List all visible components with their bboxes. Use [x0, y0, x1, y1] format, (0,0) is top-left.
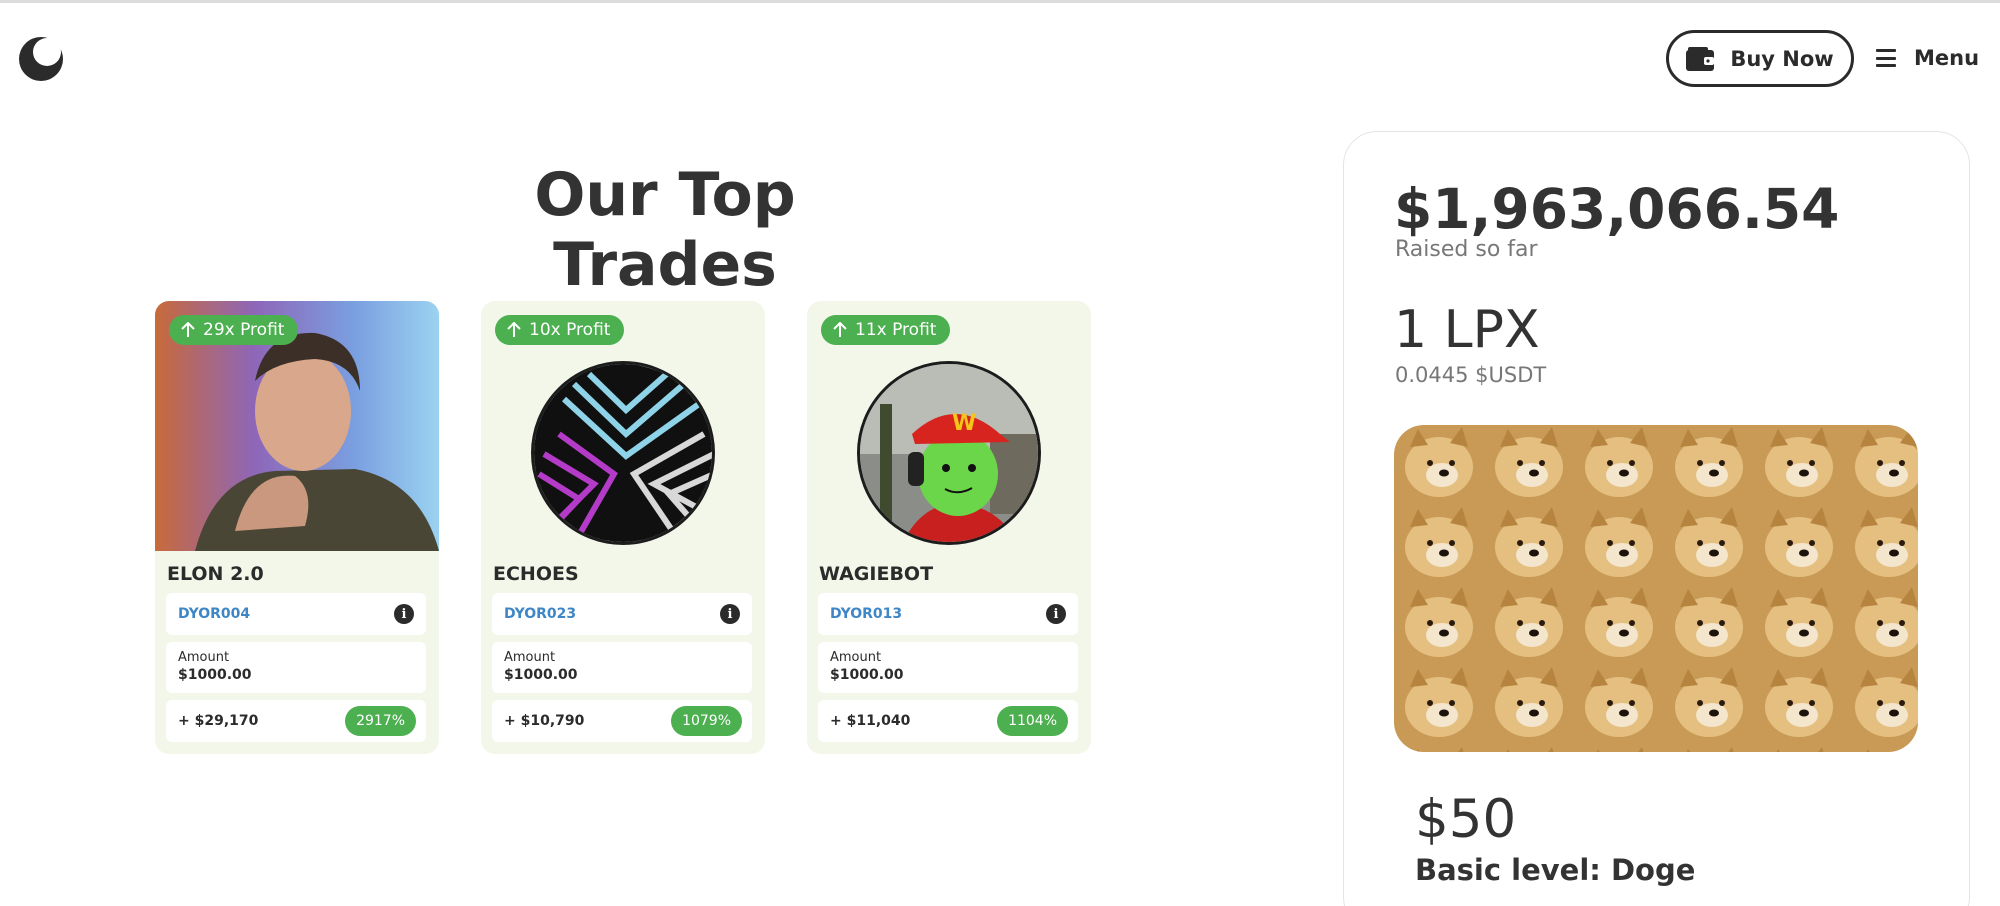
trade-card[interactable]: 29x Profit ELON 2.0 DYOR004 i Amount $10… — [155, 301, 439, 754]
amount-value: $1000.00 — [178, 667, 252, 683]
info-icon[interactable]: i — [720, 604, 740, 624]
hamburger-icon — [1876, 49, 1896, 67]
profit-badge: 10x Profit — [495, 315, 625, 345]
trade-code-row: DYOR023 i — [492, 593, 752, 635]
menu-label: Menu — [1914, 46, 1980, 70]
wallet-icon — [1686, 46, 1715, 71]
gain-row: + $11,040 1104% — [818, 700, 1078, 742]
amount-label: Amount — [504, 650, 556, 665]
amount-row: Amount $1000.00 — [166, 642, 426, 693]
gain-row: + $10,790 1079% — [492, 700, 752, 742]
token-price: 0.0445 $USDT — [1395, 363, 1547, 387]
level-price: $50 — [1415, 789, 1517, 850]
wagiebot-avatar-image: W — [857, 361, 1041, 545]
profit-label: 10x Profit — [529, 320, 611, 340]
info-icon[interactable]: i — [1046, 604, 1066, 624]
profit-label: 11x Profit — [855, 320, 937, 340]
trade-code[interactable]: DYOR013 — [830, 606, 902, 622]
trade-code-row: DYOR004 i — [166, 593, 426, 635]
trade-name: WAGIEBOT — [819, 563, 934, 585]
gain-row: + $29,170 2917% — [166, 700, 426, 742]
gain-value: + $10,790 — [504, 713, 585, 729]
amount-row: Amount $1000.00 — [818, 642, 1078, 693]
crescent-logo-icon[interactable] — [17, 35, 65, 83]
svg-text:W: W — [952, 411, 976, 436]
amount-label: Amount — [178, 650, 230, 665]
presale-panel: $1,963,066.54 Raised so far 1 LPX 0.0445… — [1343, 131, 1970, 906]
buy-now-label: Buy Now — [1730, 46, 1834, 71]
trade-card[interactable]: 10x Profit ECHOES DYOR023 i Amount $1000… — [481, 301, 765, 754]
section-title: Our Top Trades — [534, 160, 796, 300]
level-name: Basic level: Doge — [1415, 853, 1696, 887]
trade-code[interactable]: DYOR023 — [504, 606, 576, 622]
percent-badge: 2917% — [345, 706, 416, 736]
percent-badge: 1079% — [671, 706, 742, 736]
gain-value: + $29,170 — [178, 713, 259, 729]
trade-code[interactable]: DYOR004 — [178, 606, 250, 622]
gain-value: + $11,040 — [830, 713, 911, 729]
doge-pattern-image — [1394, 425, 1918, 752]
token-unit: 1 LPX — [1394, 300, 1540, 360]
trade-card[interactable]: W 11x Profit WAGIEBOT DYOR013 i Amount $… — [807, 301, 1091, 754]
trade-name: ECHOES — [493, 563, 579, 585]
arrow-up-icon — [181, 322, 195, 337]
menu-button[interactable]: Menu — [1876, 42, 1979, 74]
profit-badge: 11x Profit — [821, 315, 951, 345]
arrow-up-icon — [507, 322, 521, 337]
arrow-up-icon — [833, 322, 847, 337]
trade-name: ELON 2.0 — [167, 563, 264, 585]
info-icon[interactable]: i — [394, 604, 414, 624]
amount-value: $1000.00 — [830, 667, 904, 683]
amount-row: Amount $1000.00 — [492, 642, 752, 693]
amount-value: $1000.00 — [504, 667, 578, 683]
profit-badge: 29x Profit — [169, 315, 299, 345]
raised-amount: $1,963,066.54 — [1394, 177, 1840, 241]
amount-label: Amount — [830, 650, 882, 665]
buy-now-button[interactable]: Buy Now — [1666, 30, 1854, 87]
top-divider — [0, 0, 2000, 3]
trade-code-row: DYOR013 i — [818, 593, 1078, 635]
percent-badge: 1104% — [997, 706, 1068, 736]
raised-label: Raised so far — [1395, 237, 1538, 262]
echoes-logo-image — [531, 361, 715, 545]
profit-label: 29x Profit — [203, 320, 285, 340]
